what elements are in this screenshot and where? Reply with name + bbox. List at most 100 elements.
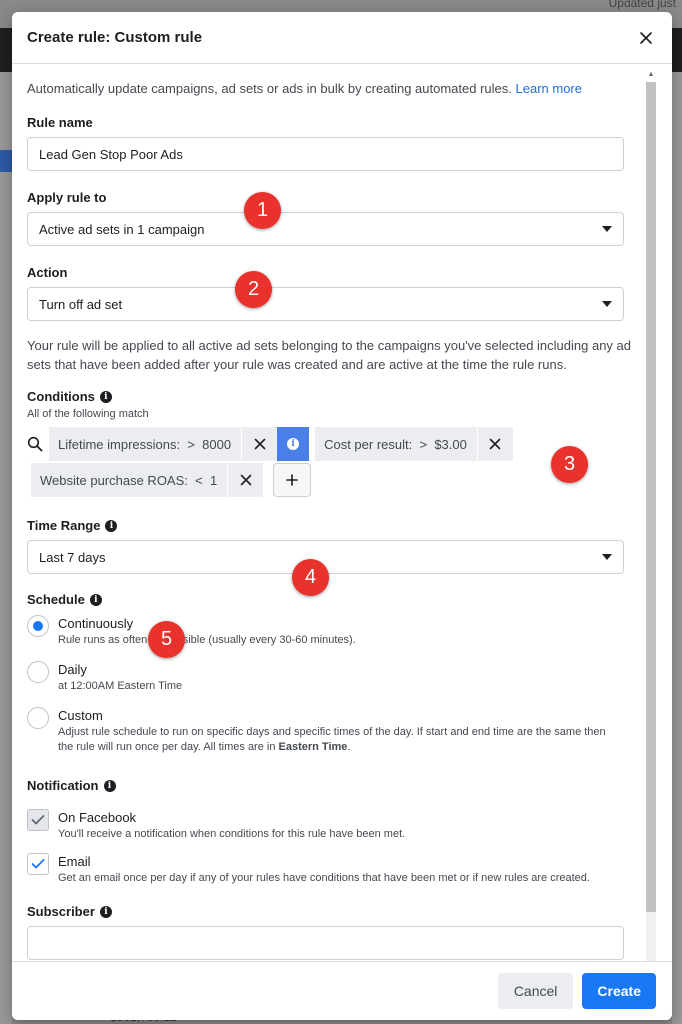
rule-name-input[interactable]: Lead Gen Stop Poor Ads (27, 137, 624, 171)
radio-dot (33, 621, 43, 631)
intro-text: Automatically update campaigns, ad sets … (27, 80, 640, 98)
background-updated-text: Updated just (608, 0, 676, 10)
info-icon: i (287, 438, 300, 450)
remove-condition-button[interactable] (476, 427, 513, 461)
cancel-button[interactable]: Cancel (497, 973, 574, 1009)
time-range-value: Last 7 days (39, 549, 106, 565)
condition-metric: Lifetime impressions: (58, 436, 181, 452)
option-title: Continuously (58, 616, 134, 631)
option-text: Daily at 12:00AM Eastern Time (58, 661, 182, 694)
condition-chip-roas[interactable]: Website purchase ROAS: < 1 (31, 463, 264, 497)
subscriber-input[interactable] (27, 926, 624, 960)
remove-condition-button[interactable] (227, 463, 264, 497)
add-condition-button[interactable] (273, 463, 312, 497)
notification-option-facebook[interactable]: On Facebook You'll receive a notificatio… (27, 809, 640, 842)
learn-more-link[interactable]: Learn more (516, 81, 582, 96)
scroll-up-arrow-icon[interactable]: ▲ (646, 70, 656, 80)
action-select[interactable]: Turn off ad set (27, 287, 624, 321)
create-button[interactable]: Create (582, 973, 656, 1009)
schedule-label: Schedule i (27, 592, 640, 607)
modal-footer: Cancel Create (12, 961, 672, 1020)
conditions-label: Conditions i (27, 389, 640, 404)
condition-chip-cost-per-result[interactable]: Cost per result: > $3.00 (315, 427, 513, 461)
background-left-strip (0, 72, 12, 1024)
action-description: Your rule will be applied to all active … (27, 338, 631, 372)
time-range-label: Time Range i (27, 518, 640, 533)
modal-title: Create rule: Custom rule (27, 29, 203, 46)
option-subtitle: You'll receive a notification when condi… (58, 828, 406, 840)
plus-icon (286, 474, 298, 486)
info-icon[interactable]: i (105, 519, 118, 532)
annotation-badge-2: 2 (235, 271, 272, 308)
apply-rule-to-value: Active ad sets in 1 campaign (39, 221, 205, 237)
info-icon[interactable]: i (89, 593, 102, 606)
subscriber-label-text: Subscriber (27, 904, 95, 919)
apply-rule-to-label: Apply rule to (27, 190, 640, 205)
modal-scrollbar[interactable]: ▲ ▼ (646, 70, 656, 975)
subscriber-label: Subscriber i (27, 904, 640, 919)
option-subtitle: Adjust rule schedule to run on specific … (58, 725, 618, 755)
custom-sub-timezone: Eastern Time (278, 741, 348, 753)
action-label-text: Action (27, 265, 68, 280)
radio-continuously[interactable] (27, 615, 49, 637)
radio-daily[interactable] (27, 661, 49, 683)
notification-option-email[interactable]: Email Get an email once per day if any o… (27, 853, 640, 886)
conditions-label-text: Conditions (27, 389, 95, 404)
info-icon[interactable]: i (99, 905, 112, 918)
chevron-down-icon (602, 226, 612, 232)
check-icon (31, 859, 45, 869)
schedule-option-custom[interactable]: Custom Adjust rule schedule to run on sp… (27, 707, 640, 755)
annotation-badge-4: 4 (292, 559, 329, 596)
condition-operator: > (187, 436, 195, 452)
action-value: Turn off ad set (39, 296, 123, 312)
apply-rule-to-label-text: Apply rule to (27, 190, 107, 205)
option-subtitle: Get an email once per day if any of your… (58, 872, 590, 884)
condition-text: Cost per result: > $3.00 (315, 437, 477, 452)
close-button[interactable] (636, 28, 656, 48)
condition-operator: > (419, 436, 428, 452)
conditions-row-1: Lifetime impressions: > 8000 i Cost per … (27, 427, 640, 461)
condition-metric: Website purchase ROAS: (40, 472, 188, 488)
condition-operator: < (195, 472, 203, 488)
condition-value: 8000 (202, 436, 232, 452)
schedule-option-daily[interactable]: Daily at 12:00AM Eastern Time (27, 661, 640, 694)
action-label: Action (27, 265, 640, 280)
condition-info-button[interactable]: i (277, 427, 310, 461)
notification-label: Notification i (27, 778, 640, 793)
condition-text: Website purchase ROAS: < 1 (31, 473, 227, 488)
info-icon[interactable]: i (103, 779, 116, 792)
option-subtitle: at 12:00AM Eastern Time (58, 680, 183, 692)
close-icon (254, 438, 265, 450)
scrollbar-thumb[interactable] (646, 82, 656, 912)
search-icon (27, 436, 43, 452)
remove-condition-button[interactable] (241, 427, 278, 461)
background-right-strip (672, 72, 682, 1024)
apply-rule-to-select[interactable]: Active ad sets in 1 campaign (27, 212, 624, 246)
rule-name-label-text: Rule name (27, 115, 93, 130)
modal-body: Automatically update campaigns, ad sets … (12, 65, 672, 961)
background-blue-tab (0, 150, 12, 172)
time-range-label-text: Time Range (27, 518, 101, 533)
condition-metric: Cost per result: (324, 436, 413, 452)
radio-custom[interactable] (27, 707, 49, 729)
scrollbar-track[interactable] (646, 82, 656, 962)
option-text: On Facebook You'll receive a notificatio… (58, 809, 405, 842)
condition-chip-impressions[interactable]: Lifetime impressions: > 8000 i (49, 427, 310, 461)
close-icon (490, 438, 501, 450)
modal-header: Create rule: Custom rule (12, 12, 672, 64)
conditions-row-2: Website purchase ROAS: < 1 (31, 463, 640, 497)
checkbox-email[interactable] (27, 853, 49, 875)
schedule-label-text: Schedule (27, 592, 85, 607)
annotation-badge-3: 3 (551, 446, 588, 483)
create-rule-modal: Create rule: Custom rule Automatically u… (12, 12, 672, 1020)
schedule-option-continuously[interactable]: Continuously Rule runs as often as possi… (27, 615, 640, 648)
chevron-down-icon (602, 554, 612, 560)
option-text: Email Get an email once per day if any o… (58, 853, 590, 886)
check-icon (31, 815, 45, 825)
checkbox-on-facebook[interactable] (27, 809, 49, 831)
option-text: Custom Adjust rule schedule to run on sp… (58, 707, 618, 755)
condition-value: 1 (209, 472, 218, 488)
info-icon[interactable]: i (99, 390, 112, 403)
notification-label-text: Notification (27, 778, 99, 793)
chevron-down-icon (602, 301, 612, 307)
